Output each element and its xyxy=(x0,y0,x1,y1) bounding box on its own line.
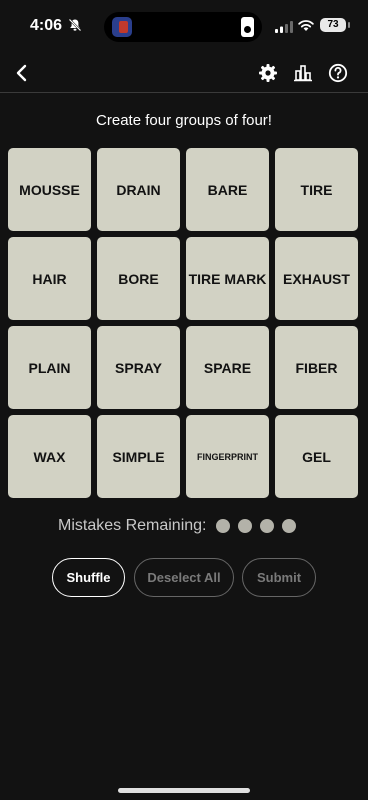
submit-button[interactable]: Submit xyxy=(242,558,316,597)
wifi-icon xyxy=(298,19,314,37)
cellular-signal-icon xyxy=(275,20,293,38)
word-grid: MOUSSE DRAIN BARE TIRE HAIR BORE TIRE MA… xyxy=(8,148,360,498)
word-tile[interactable]: SPRAY xyxy=(97,326,180,409)
gear-icon[interactable] xyxy=(256,61,280,85)
word-tile[interactable]: EXHAUST xyxy=(275,237,358,320)
word-tile[interactable]: GEL xyxy=(275,415,358,498)
speaker-icon xyxy=(241,17,254,37)
mistakes-remaining: Mistakes Remaining: xyxy=(58,517,304,535)
instructions-text: Create four groups of four! xyxy=(96,112,272,129)
game-header xyxy=(0,54,368,93)
word-tile[interactable]: TIRE MARK xyxy=(186,237,269,320)
word-tile[interactable]: BARE xyxy=(186,148,269,231)
mistake-dot xyxy=(281,519,296,533)
word-tile[interactable]: FINGERPRINT xyxy=(186,415,269,498)
word-tile[interactable]: SPARE xyxy=(186,326,269,409)
bell-muted-icon xyxy=(68,18,82,37)
word-tile[interactable]: FIBER xyxy=(275,326,358,409)
home-indicator[interactable] xyxy=(118,788,250,793)
word-tile[interactable]: TIRE xyxy=(275,148,358,231)
word-tile[interactable]: BORE xyxy=(97,237,180,320)
word-tile[interactable]: MOUSSE xyxy=(8,148,91,231)
dynamic-island xyxy=(104,12,262,42)
deselect-all-button[interactable]: Deselect All xyxy=(134,558,234,597)
mistake-dot xyxy=(237,519,252,533)
bar-chart-icon[interactable] xyxy=(291,61,315,85)
word-tile[interactable]: DRAIN xyxy=(97,148,180,231)
shuffle-button[interactable]: Shuffle xyxy=(52,558,125,597)
app-activity-icon xyxy=(112,17,132,37)
word-tile[interactable]: WAX xyxy=(8,415,91,498)
word-tile[interactable]: SIMPLE xyxy=(97,415,180,498)
status-time: 4:06 xyxy=(30,17,63,34)
battery-indicator: 73 xyxy=(320,18,350,32)
word-tile[interactable]: HAIR xyxy=(8,237,91,320)
mistake-dot xyxy=(259,519,274,533)
status-bar: 4:06 73 xyxy=(0,0,368,54)
mistake-dots xyxy=(215,519,304,533)
mistake-dot xyxy=(215,519,230,533)
mistakes-label: Mistakes Remaining: xyxy=(58,517,207,534)
chevron-left-icon[interactable] xyxy=(10,61,34,85)
word-tile[interactable]: PLAIN xyxy=(8,326,91,409)
question-circle-icon[interactable] xyxy=(326,61,350,85)
